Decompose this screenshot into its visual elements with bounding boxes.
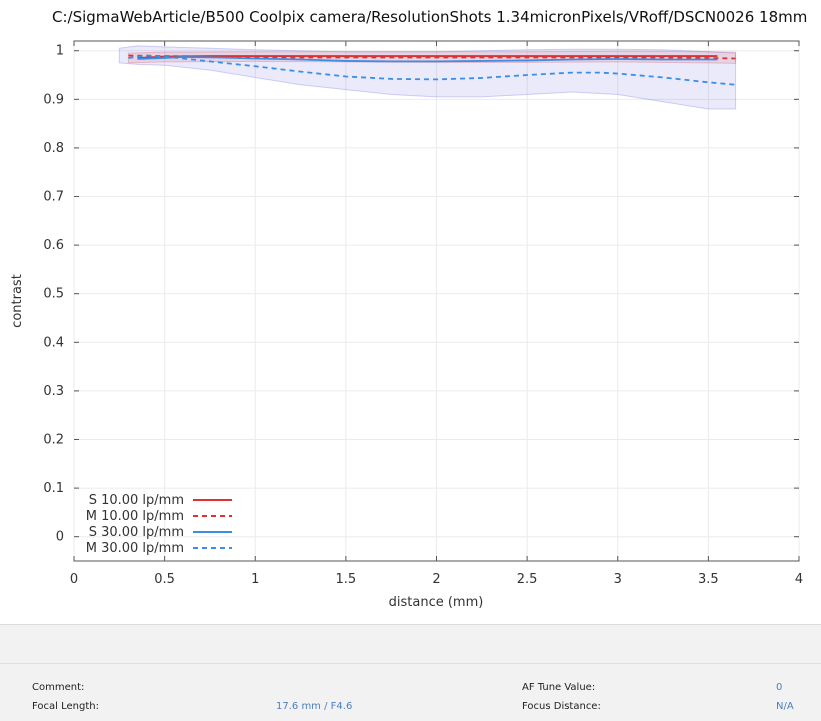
focal-length-label: Focal Length: — [32, 701, 99, 712]
chart: 0 0.5 1 1.5 2 2.5 3 3.5 4 0 0.1 0.2 0.3 0.4 0.5 0.6 0.7 0… — [10, 40, 803, 610]
y-tick-label: 0.7 — [43, 190, 64, 205]
x-tick-label: 2 — [432, 572, 440, 587]
y-tick-label: 0.6 — [43, 238, 64, 253]
y-tick-label: 0 — [56, 530, 64, 545]
x-tick-label: 3.5 — [698, 572, 719, 587]
y-axis-label: contrast — [10, 274, 25, 328]
x-tick-label: 0.5 — [154, 572, 175, 587]
x-tick-label: 0 — [70, 572, 78, 587]
comment-label: Comment: — [32, 682, 85, 693]
y-tick-label: 0.4 — [43, 335, 64, 350]
af-tune-value: 0 — [776, 682, 783, 693]
y-tick-label: 0.8 — [43, 141, 64, 156]
x-tick-label: 3 — [614, 572, 622, 587]
x-tick-label: 1.5 — [336, 572, 357, 587]
panel-divider — [0, 663, 821, 664]
af-tune-label: AF Tune Value: — [522, 682, 596, 693]
y-tick-label: 0.1 — [43, 481, 64, 496]
legend-label: M 10.00 lp/mm — [86, 509, 184, 524]
x-tick-label: 4 — [795, 572, 803, 587]
focus-distance-label: Focus Distance: — [522, 701, 601, 712]
info-panel: Comment: Focal Length: 17.6 mm / F4.6 AF… — [0, 624, 821, 721]
x-tick-label: 2.5 — [517, 572, 538, 587]
focus-distance-value: N/A — [776, 701, 794, 712]
x-axis-label: distance (mm) — [389, 595, 484, 610]
legend-label: S 10.00 lp/mm — [89, 493, 184, 508]
y-tick-label: 1 — [56, 44, 64, 59]
y-tick-label: 0.5 — [43, 287, 64, 302]
y-tick-label: 0.2 — [43, 433, 64, 448]
y-tick-label: 0.3 — [43, 384, 64, 399]
y-tick-label: 0.9 — [43, 92, 64, 107]
legend-label: S 30.00 lp/mm — [89, 525, 184, 540]
legend-label: M 30.00 lp/mm — [86, 541, 184, 556]
focal-length-value: 17.6 mm / F4.6 — [276, 701, 353, 712]
x-tick-label: 1 — [251, 572, 259, 587]
